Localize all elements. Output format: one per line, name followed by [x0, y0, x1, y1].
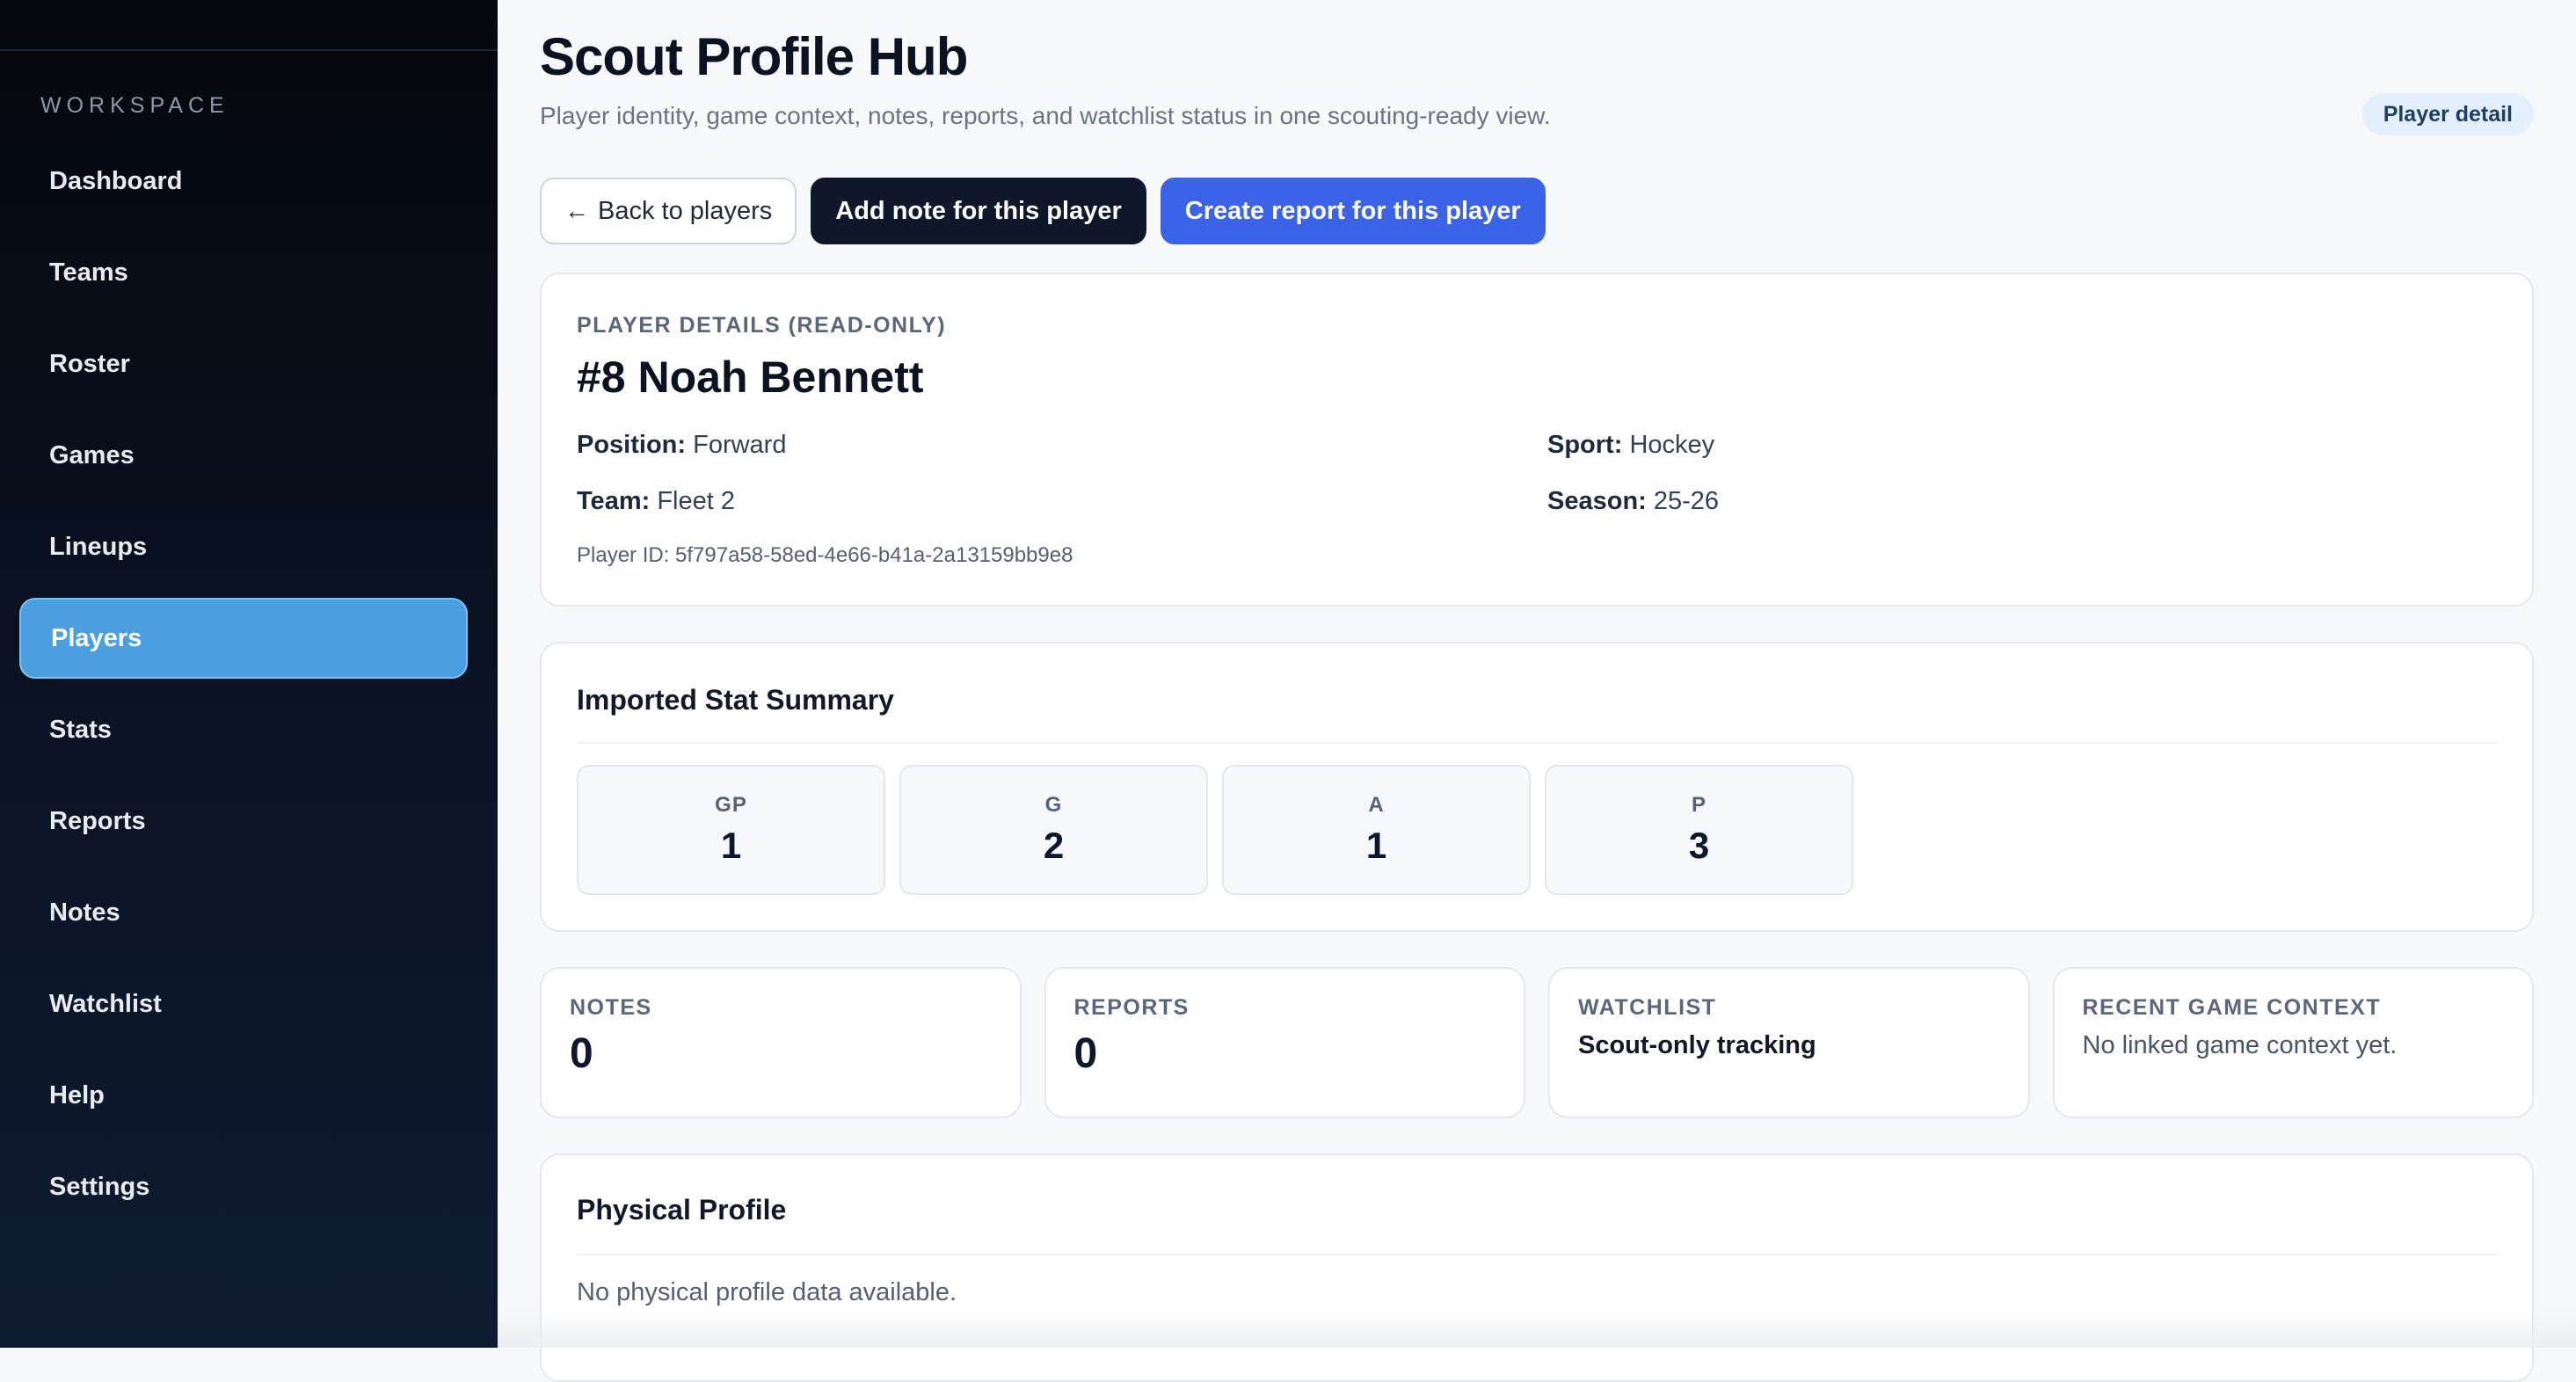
- physical-profile-card: Physical Profile No physical profile dat…: [540, 1153, 2534, 1382]
- stat-summary-card: Imported Stat Summary GP 1 G 2 A 1 P 3: [540, 642, 2534, 932]
- sidebar: WORKSPACE Dashboard Teams Roster Games L…: [0, 0, 498, 1348]
- player-position: Position: Forward: [577, 431, 786, 460]
- page-badge: Player detail: [2361, 93, 2534, 135]
- sidebar-item-players[interactable]: Players: [19, 598, 468, 679]
- position-value: Forward: [693, 431, 787, 459]
- sidebar-item-settings[interactable]: Settings: [19, 1146, 468, 1227]
- notes-label: NOTES: [570, 995, 652, 1020]
- sport-label: Sport:: [1547, 431, 1623, 459]
- stat-label: A: [1368, 793, 1385, 817]
- stat-tiles: GP 1 G 2 A 1 P 3: [577, 765, 1853, 895]
- sidebar-nav: Dashboard Teams Roster Games Lineups Pla…: [19, 141, 468, 1238]
- create-report-button[interactable]: Create report for this player: [1160, 178, 1546, 244]
- watchlist-summary-tile: WATCHLIST Scout-only tracking: [1548, 967, 2030, 1118]
- sidebar-item-reports[interactable]: Reports: [19, 781, 468, 862]
- player-team: Team: Fleet 2: [577, 487, 735, 516]
- sidebar-item-games[interactable]: Games: [19, 415, 468, 496]
- player-sport: Sport: Hockey: [1547, 431, 1714, 460]
- divider: [577, 742, 2497, 744]
- sidebar-item-roster[interactable]: Roster: [19, 324, 468, 404]
- recent-game-context-tile: RECENT GAME CONTEXT No linked game conte…: [2052, 967, 2534, 1118]
- page-subtitle: Player identity, game context, notes, re…: [540, 102, 1551, 129]
- page-title: Scout Profile Hub: [540, 27, 968, 86]
- main-content: Scout Profile Hub Player identity, game …: [498, 0, 2576, 1382]
- add-note-button[interactable]: Add note for this player: [811, 178, 1146, 244]
- player-season: Season: 25-26: [1547, 487, 1719, 516]
- back-button-label: Back to players: [598, 196, 773, 225]
- position-label: Position:: [577, 431, 687, 459]
- sidebar-item-help[interactable]: Help: [19, 1055, 468, 1136]
- stat-label: P: [1691, 793, 1706, 817]
- player-id: Player ID: 5f797a58-58ed-4e66-b41a-2a131…: [577, 543, 1073, 567]
- sidebar-divider: [0, 49, 498, 51]
- stat-label: GP: [715, 793, 747, 817]
- physical-profile-heading: Physical Profile: [577, 1194, 787, 1226]
- season-label: Season:: [1547, 487, 1647, 515]
- sidebar-item-watchlist[interactable]: Watchlist: [19, 964, 468, 1044]
- workspace-section-label: WORKSPACE: [40, 93, 229, 118]
- recent-game-context-value: No linked game context yet.: [2082, 1031, 2398, 1059]
- player-details-eyebrow: PLAYER DETAILS (READ-ONLY): [577, 313, 947, 338]
- stat-label: G: [1044, 793, 1063, 817]
- divider: [577, 1254, 2497, 1255]
- sidebar-item-notes[interactable]: Notes: [19, 872, 468, 953]
- stat-tile-a: A 1: [1222, 765, 1531, 895]
- stat-summary-heading: Imported Stat Summary: [577, 684, 894, 716]
- sport-value: Hockey: [1629, 431, 1715, 459]
- arrow-left-icon: ←: [564, 197, 589, 224]
- stat-value: 1: [720, 825, 742, 866]
- player-name: #8 Noah Bennett: [577, 353, 924, 402]
- stat-tile-g: G 2: [899, 765, 1208, 895]
- action-bar: ← Back to players Add note for this play…: [540, 178, 1546, 244]
- reports-count: 0: [1073, 1030, 1098, 1077]
- notes-summary-tile: NOTES 0: [540, 967, 1022, 1118]
- reports-summary-tile: REPORTS 0: [1044, 967, 1525, 1118]
- recent-game-context-label: RECENT GAME CONTEXT: [2082, 995, 2382, 1020]
- notes-count: 0: [570, 1030, 593, 1077]
- team-value: Fleet 2: [657, 487, 735, 515]
- reports-label: REPORTS: [1073, 995, 1190, 1020]
- stat-value: 2: [1043, 825, 1065, 866]
- sidebar-item-lineups[interactable]: Lineups: [19, 506, 468, 587]
- season-value: 25-26: [1653, 487, 1720, 515]
- scroll-fade: [498, 1310, 2576, 1348]
- back-to-players-button[interactable]: ← Back to players: [540, 178, 797, 244]
- player-details-card: PLAYER DETAILS (READ-ONLY) #8 Noah Benne…: [540, 273, 2534, 607]
- team-label: Team:: [577, 487, 651, 515]
- summary-row: NOTES 0 REPORTS 0 WATCHLIST Scout-only t…: [540, 967, 2534, 1118]
- stat-tile-p: P 3: [1545, 765, 1853, 895]
- sidebar-item-teams[interactable]: Teams: [19, 232, 468, 313]
- watchlist-label: WATCHLIST: [1578, 995, 1717, 1020]
- stat-tile-gp: GP 1: [577, 765, 885, 895]
- stat-value: 3: [1688, 825, 1710, 866]
- sidebar-item-dashboard[interactable]: Dashboard: [19, 141, 468, 222]
- stat-value: 1: [1365, 825, 1387, 866]
- physical-profile-empty-state: No physical profile data available.: [577, 1278, 957, 1306]
- watchlist-status: Scout-only tracking: [1578, 1031, 1816, 1059]
- sidebar-item-stats[interactable]: Stats: [19, 689, 468, 770]
